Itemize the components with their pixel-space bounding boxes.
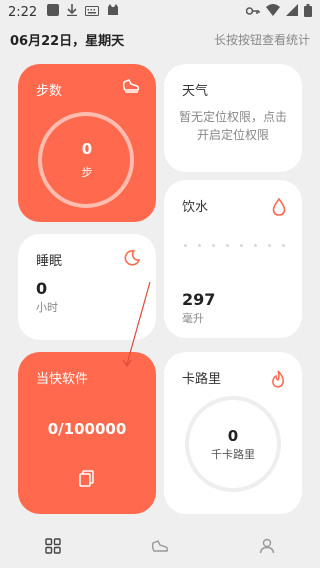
calorie-unit: 千卡路里 [211, 448, 255, 461]
water-card[interactable]: 饮水 297 毫升 [164, 180, 302, 338]
water-unit: 毫升 [182, 312, 204, 325]
copy-icon[interactable] [78, 470, 96, 492]
download-icon [67, 4, 78, 20]
status-time: 2:22 [8, 4, 38, 20]
moon-icon [124, 250, 141, 270]
weather-title: 天气 [182, 84, 209, 99]
steps-card[interactable]: 步数 0 步 [18, 64, 156, 222]
steps-value: 0 [81, 140, 93, 158]
key-icon [245, 5, 260, 20]
app-card-value: 0/100000 [47, 420, 127, 438]
app-card-title: 当快软件 [36, 372, 89, 387]
cat-icon [107, 4, 119, 20]
nav-profile[interactable] [247, 532, 287, 564]
nav-activity[interactable] [140, 532, 180, 564]
keyboard-icon [85, 5, 100, 20]
steps-progress-ring [38, 112, 134, 208]
app-notification-icon [47, 4, 60, 20]
shoe-icon [151, 539, 169, 558]
wifi-icon [266, 4, 280, 20]
nav-dashboard[interactable] [33, 532, 73, 564]
water-value: 297 [182, 290, 216, 309]
grid-icon [45, 538, 62, 558]
calorie-title: 卡路里 [182, 372, 222, 387]
shoe-icon [122, 78, 140, 97]
battery-icon [304, 3, 312, 21]
date-header: 06月22日，星期天 长按按钮查看统计 [0, 28, 320, 50]
water-drop-icon [272, 197, 286, 220]
app-card[interactable]: 当快软件 0/100000 [18, 352, 156, 514]
status-bar: 2:22 [0, 0, 320, 24]
calorie-card[interactable]: 卡路里 0 千卡路里 [164, 352, 302, 514]
water-level-dots [184, 244, 285, 247]
calorie-value: 0 [227, 427, 239, 445]
bottom-nav [0, 528, 320, 568]
steps-title: 步数 [36, 84, 63, 99]
signal-icon [286, 4, 298, 20]
weather-card[interactable]: 天气 暂无定位权限，点击开启定位权限 [164, 64, 302, 172]
steps-unit: 步 [81, 166, 93, 179]
sleep-card[interactable]: 睡眠 0 小时 [18, 234, 156, 340]
water-title: 饮水 [182, 200, 209, 215]
weather-location-permission-message[interactable]: 暂无定位权限，点击开启定位权限 [174, 108, 292, 144]
sleep-title: 睡眠 [36, 254, 63, 269]
long-press-hint: 长按按钮查看统计 [213, 32, 310, 47]
sleep-value: 0 [36, 279, 48, 298]
date-label: 06月22日，星期天 [10, 33, 125, 49]
sleep-unit: 小时 [36, 301, 58, 314]
person-icon [259, 538, 275, 558]
flame-icon [270, 370, 286, 392]
